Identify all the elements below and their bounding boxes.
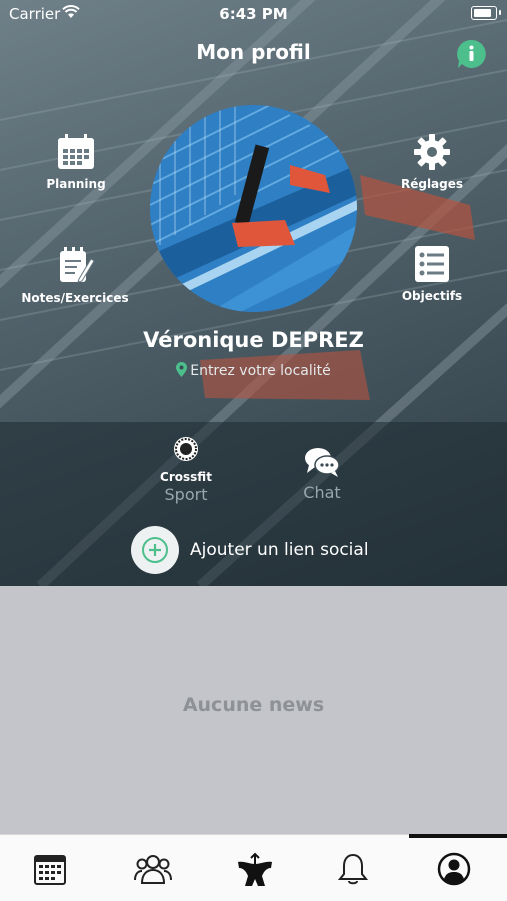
group-icon <box>134 855 172 884</box>
tab-calendar[interactable] <box>0 835 101 901</box>
notes-icon <box>60 247 95 283</box>
notes-button[interactable]: Notes/Exercices <box>15 245 135 305</box>
profile-name: Véronique DEPREZ <box>143 328 364 352</box>
battery-icon <box>471 6 497 20</box>
add-social-circle <box>131 526 179 574</box>
add-social-label: Ajouter un lien social <box>190 540 369 560</box>
tab-body[interactable] <box>202 835 303 901</box>
news-feed: Aucune news <box>0 586 507 834</box>
sport-caption: Sport <box>164 485 208 504</box>
page-title: Mon profil <box>196 40 311 64</box>
sport-button[interactable]: Crossfit Sport <box>126 436 246 504</box>
sport-badge-icon <box>174 437 198 461</box>
user-icon <box>437 852 471 886</box>
tab-community[interactable] <box>101 835 202 901</box>
planning-button[interactable]: Planning <box>16 133 136 191</box>
tab-profile[interactable] <box>404 835 505 901</box>
settings-label: Réglages <box>400 177 464 191</box>
goals-button[interactable]: Objectifs <box>372 245 492 303</box>
goals-label: Objectifs <box>401 289 463 303</box>
tab-bar <box>0 834 507 901</box>
settings-button[interactable]: Réglages <box>372 133 492 191</box>
chat-icon <box>305 448 340 477</box>
plus-icon <box>142 537 168 563</box>
planning-label: Planning <box>46 177 106 191</box>
chat-button[interactable]: Chat <box>262 446 382 502</box>
avatar[interactable] <box>150 105 357 312</box>
gear-icon <box>414 134 450 170</box>
location-placeholder: Entrez votre localité <box>190 363 331 379</box>
body-icon <box>238 852 272 886</box>
tab-notifications[interactable] <box>303 835 404 901</box>
checklist-icon <box>415 246 449 282</box>
active-tab-indicator <box>409 834 507 838</box>
battery-tip <box>499 10 501 15</box>
sport-name: Crossfit <box>160 470 212 484</box>
news-empty-label: Aucune news <box>182 694 325 716</box>
chat-caption: Chat <box>303 483 341 502</box>
bell-icon <box>337 853 369 885</box>
profile-info-panel <box>0 422 507 586</box>
calendar-icon <box>58 134 94 169</box>
avatar-photo <box>150 105 357 312</box>
location-pin-icon <box>176 362 188 377</box>
clock: 6:43 PM <box>219 5 288 23</box>
location-field[interactable]: Entrez votre localité <box>0 362 507 379</box>
info-icon[interactable] <box>456 39 486 69</box>
notes-label: Notes/Exercices <box>21 291 129 305</box>
calendar-icon <box>34 855 66 885</box>
status-bar: Carrier 6:43 PM <box>0 0 507 28</box>
